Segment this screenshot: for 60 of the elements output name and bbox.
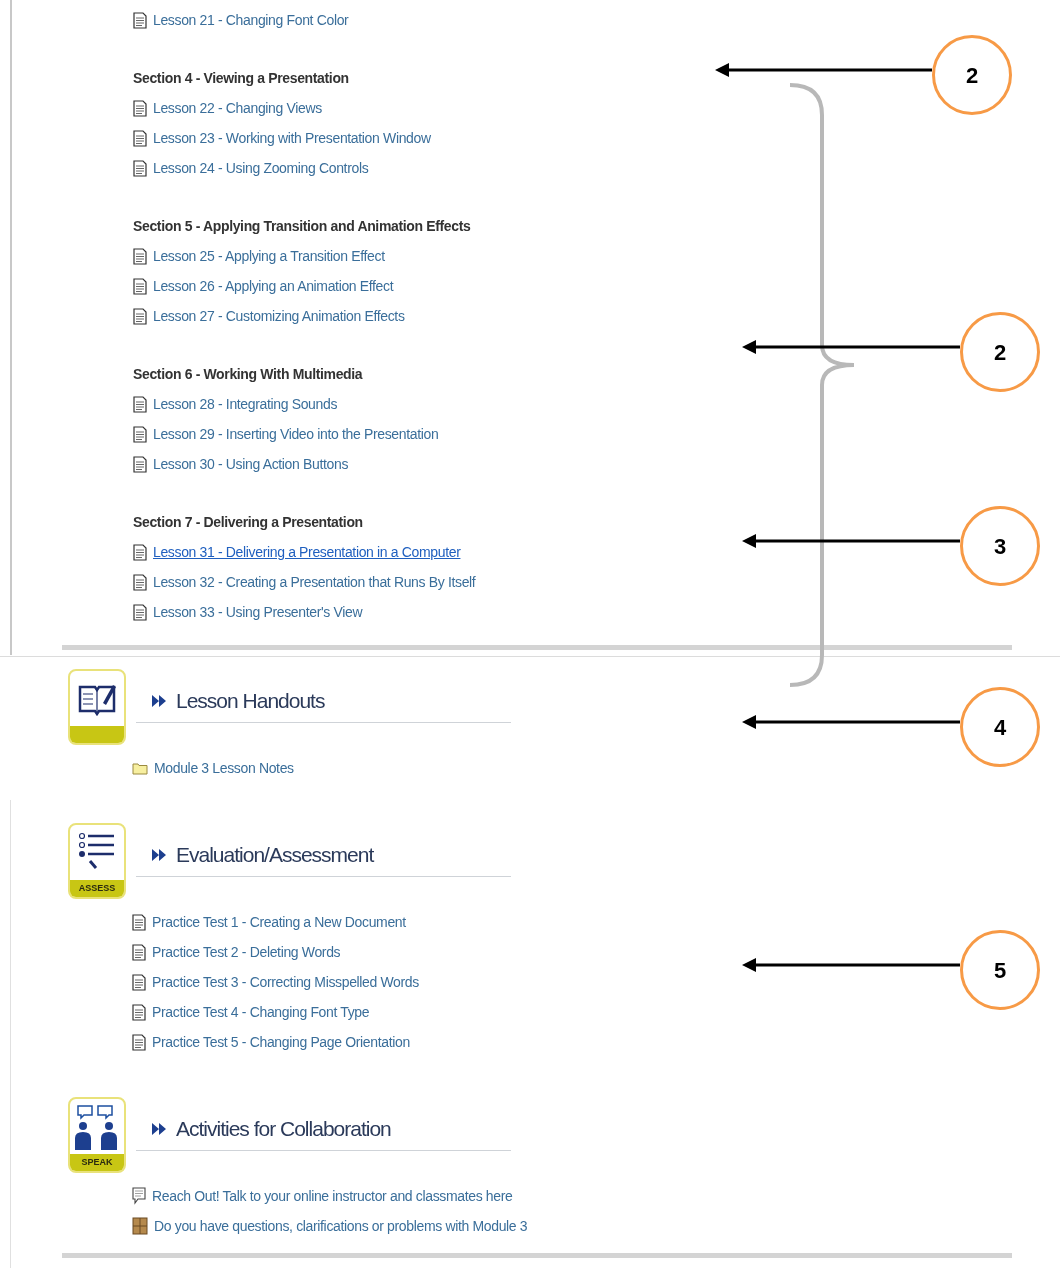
lesson-link[interactable]: Lesson 22 - Changing Views <box>153 97 322 119</box>
lesson-link[interactable]: Lesson 33 - Using Presenter's View <box>153 601 363 623</box>
document-icon <box>133 307 147 325</box>
module-link[interactable]: Practice Test 4 - Changing Font Type <box>152 1001 370 1023</box>
lesson-link[interactable]: Lesson 24 - Using Zooming Controls <box>153 157 369 179</box>
section-title: Section 6 - Working With Multimedia <box>133 364 363 384</box>
folder-icon <box>132 761 148 775</box>
document-icon <box>133 543 147 561</box>
module-link[interactable]: Module 3 Lesson Notes <box>154 757 294 779</box>
lesson-link[interactable]: Lesson 30 - Using Action Buttons <box>153 453 349 475</box>
document-icon <box>133 603 147 621</box>
document-icon <box>133 99 147 117</box>
section-title: Section 5 - Applying Transition and Animation Effects <box>133 216 471 236</box>
section-title: Section 7 - Delivering a Presentation <box>133 512 363 532</box>
callout-number: 3 <box>960 506 1040 586</box>
module-link[interactable]: Practice Test 5 - Changing Page Orientation <box>152 1031 410 1053</box>
module-heading: Lesson Handouts <box>176 687 325 714</box>
callout-number: 5 <box>960 930 1040 1010</box>
lesson-link[interactable]: Lesson 25 - Applying a Transition Effect <box>153 245 385 267</box>
lesson-link[interactable]: Lesson 26 - Applying an Animation Effect <box>153 275 394 297</box>
callout-number: 2 <box>960 312 1040 392</box>
document-icon <box>133 573 147 591</box>
speech-bubble-icon <box>132 1187 146 1205</box>
lesson-link[interactable]: Lesson 32 - Creating a Presentation that Runs By Itself <box>153 571 476 593</box>
document-icon <box>133 395 147 413</box>
document-icon <box>132 913 146 931</box>
module-link[interactable]: Practice Test 3 - Correcting Misspelled Words <box>152 971 419 993</box>
lesson-link[interactable]: Lesson 29 - Inserting Video into the Presentation <box>153 423 439 445</box>
document-icon <box>133 425 147 443</box>
double-arrow-icon <box>152 848 166 861</box>
module-link[interactable]: Reach Out! Talk to your online instructor and classmates here <box>152 1185 513 1207</box>
double-arrow-icon <box>152 1122 166 1135</box>
document-icon <box>133 277 147 295</box>
lesson-link[interactable]: Lesson 23 - Working with Presentation Window <box>153 127 431 149</box>
badge-strip <box>70 726 124 743</box>
lesson-link[interactable]: Lesson 21 - Changing Font Color <box>153 9 349 31</box>
document-icon <box>133 11 147 29</box>
module-heading: Evaluation/Assessment <box>176 841 374 868</box>
badge-label: ASSESS <box>78 884 116 893</box>
document-icon <box>133 159 147 177</box>
double-arrow-icon <box>152 694 166 707</box>
document-icon <box>133 247 147 265</box>
section-title: Section 4 - Viewing a Presentation <box>133 68 349 88</box>
badge-label: SPEAK <box>81 1158 113 1167</box>
box-icon <box>132 1217 148 1235</box>
lesson-link[interactable]: Lesson 31 - Delivering a Presentation in a Computer <box>153 541 461 563</box>
document-icon <box>132 1033 146 1051</box>
lesson-link[interactable]: Lesson 27 - Customizing Animation Effects <box>153 305 405 327</box>
callout-number: 2 <box>932 35 1012 115</box>
module-link[interactable]: Practice Test 2 - Deleting Words <box>152 941 341 963</box>
module-link[interactable]: Practice Test 1 - Creating a New Document <box>152 911 406 933</box>
document-icon <box>133 129 147 147</box>
module-heading: Activities for Collaboration <box>176 1115 391 1142</box>
document-icon <box>132 1003 146 1021</box>
document-icon <box>133 455 147 473</box>
callout-number: 4 <box>960 687 1040 767</box>
document-icon <box>132 973 146 991</box>
module-link[interactable]: Do you have questions, clarifications or problems with Module 3 <box>154 1215 528 1237</box>
document-icon <box>132 943 146 961</box>
lesson-link[interactable]: Lesson 28 - Integrating Sounds <box>153 393 338 415</box>
